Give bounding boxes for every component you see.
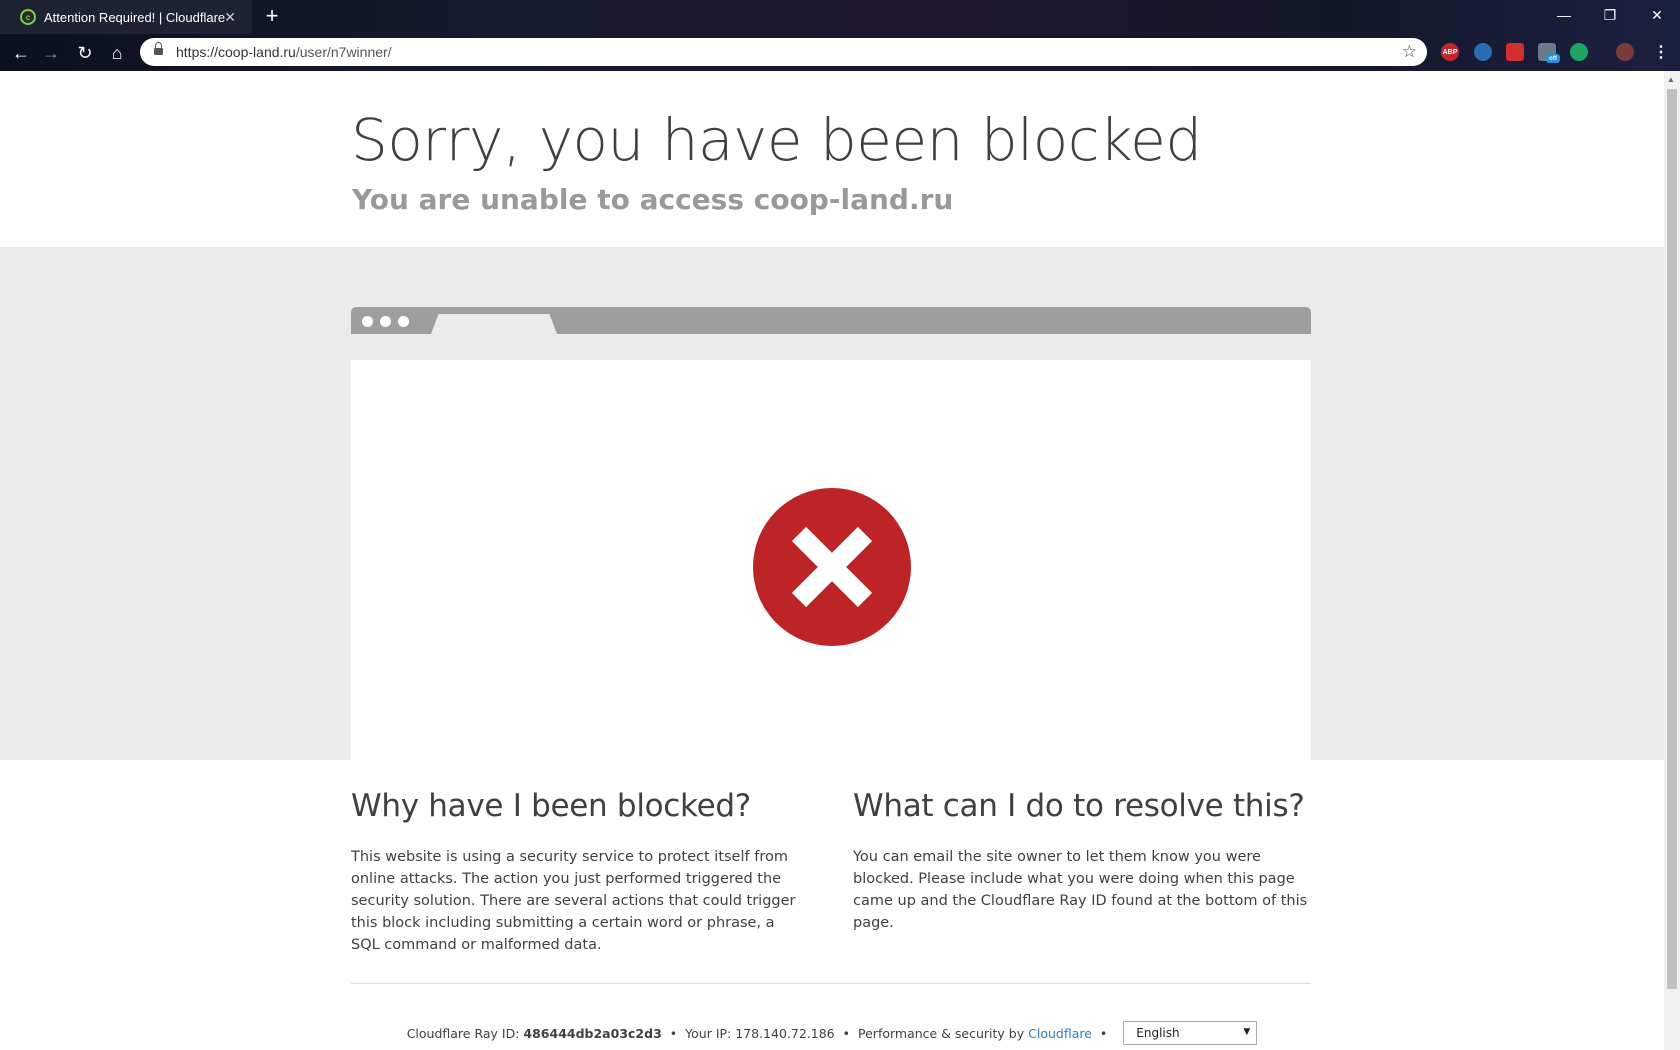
chevron-down-icon: ▼ xyxy=(1243,1027,1251,1037)
footer: Cloudflare Ray ID: 486444db2a03c2d3 • Yo… xyxy=(0,1021,1664,1045)
settings-extension-icon[interactable] xyxy=(1474,43,1492,61)
illustration-browser-bar xyxy=(351,307,1311,334)
why-blocked-section: Why have I been blocked? This website is… xyxy=(351,788,806,956)
resolve-heading: What can I do to resolve this? xyxy=(853,788,1305,824)
cloudflare-link[interactable]: Cloudflare xyxy=(1028,1026,1092,1041)
resolve-section: What can I do to resolve this? You can e… xyxy=(853,788,1308,934)
scrollbar-thumb[interactable] xyxy=(1667,89,1677,989)
performance-label: Performance & security by xyxy=(858,1025,1025,1041)
url-path: /user/n7winner/ xyxy=(295,44,392,60)
extension-off-badge: off xyxy=(1546,54,1560,63)
browser-chrome: c Attention Required! | Cloudflare ✕ + —… xyxy=(0,0,1680,71)
browser-tab[interactable]: c Attention Required! | Cloudflare ✕ xyxy=(0,0,252,34)
page-scrollbar[interactable]: ▲ xyxy=(1664,71,1680,1050)
resolve-text: You can email the site owner to let them… xyxy=(853,849,1308,931)
tab-title: Attention Required! | Cloudflare xyxy=(44,9,226,25)
grammarly-icon[interactable] xyxy=(1570,43,1588,61)
illustration-dot xyxy=(398,316,409,327)
footer-separator: • xyxy=(1099,1025,1108,1041)
back-arrow-icon[interactable]: ← xyxy=(8,41,34,65)
error-x-icon xyxy=(753,488,911,646)
browser-menu-icon[interactable]: ⋮ xyxy=(1652,43,1670,61)
address-bar[interactable]: https://coop-land.ru/user/n7winner/ ☆ xyxy=(140,38,1427,66)
ray-id-value: 486444db2a03c2d3 xyxy=(523,1025,662,1041)
illustration-tab xyxy=(431,314,557,334)
footer-separator: • xyxy=(842,1025,851,1041)
illustration-window xyxy=(351,360,1311,760)
page-header: Sorry, you have been blocked You are una… xyxy=(0,71,1664,247)
restore-window-icon[interactable]: ❐ xyxy=(1587,0,1633,30)
illustration-dot xyxy=(362,316,373,327)
new-tab-button[interactable]: + xyxy=(260,5,284,29)
minimize-window-icon[interactable]: — xyxy=(1541,0,1587,30)
ip-address: Your IP: 178.140.72.186 xyxy=(685,1025,835,1041)
ray-id-label: Cloudflare Ray ID: xyxy=(406,1025,520,1041)
tab-close-icon[interactable]: ✕ xyxy=(224,9,236,26)
page-subtitle: You are unable to access coop-land.ru xyxy=(352,183,954,216)
page-title: Sorry, you have been blocked xyxy=(351,106,1202,174)
scroll-up-icon[interactable]: ▲ xyxy=(1667,75,1675,84)
language-select[interactable]: English ▼ xyxy=(1123,1021,1258,1045)
language-selected: English xyxy=(1136,1026,1180,1040)
mail-extension-icon[interactable] xyxy=(1506,43,1524,61)
forward-arrow-icon[interactable]: → xyxy=(38,41,64,65)
footer-separator: • xyxy=(669,1025,678,1041)
why-blocked-heading: Why have I been blocked? xyxy=(351,788,751,824)
url-host: https://coop-land.ru xyxy=(176,44,296,60)
lock-icon xyxy=(154,42,163,57)
why-blocked-text: This website is using a security service… xyxy=(351,849,796,953)
illustration-dot xyxy=(380,316,391,327)
close-window-icon[interactable]: ✕ xyxy=(1634,0,1680,30)
adblock-plus-icon[interactable]: ABP xyxy=(1441,43,1459,61)
bookmark-star-icon[interactable]: ☆ xyxy=(1402,42,1417,62)
footer-divider xyxy=(351,983,1311,984)
profile-avatar[interactable] xyxy=(1616,43,1634,61)
site-favicon-icon: c xyxy=(20,9,36,25)
reload-icon[interactable]: ↻ xyxy=(72,41,98,65)
page-content: Sorry, you have been blocked You are una… xyxy=(0,71,1664,1050)
home-icon[interactable]: ⌂ xyxy=(104,41,130,65)
